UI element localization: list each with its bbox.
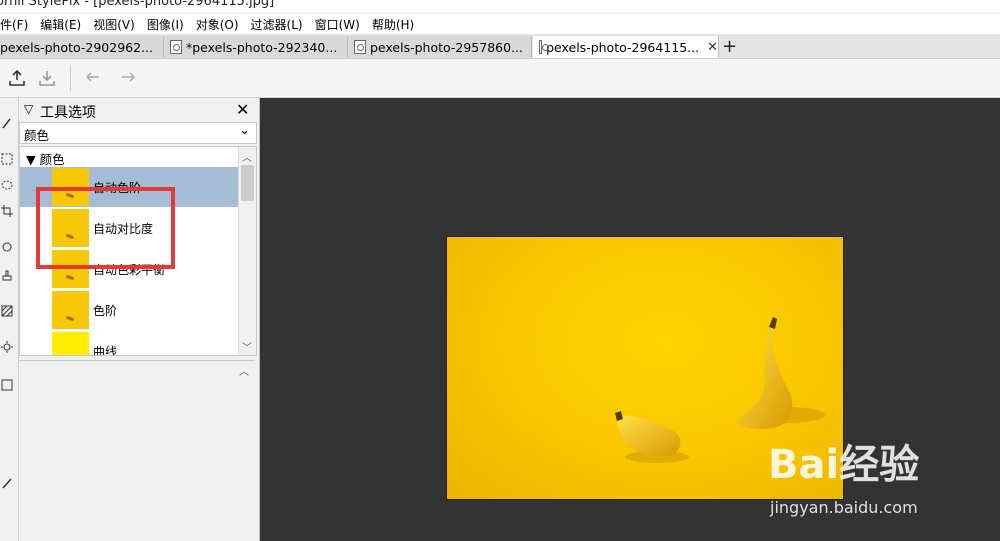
clone-tool-icon[interactable] bbox=[0, 238, 14, 256]
crop-tool-icon[interactable] bbox=[0, 202, 14, 220]
thumbnail-image bbox=[52, 332, 89, 355]
shape-tool-icon[interactable] bbox=[0, 376, 14, 394]
tab-document-1[interactable]: pexels-photo-2902962... bbox=[0, 36, 164, 58]
sun-adjust-tool-icon[interactable] bbox=[0, 338, 14, 356]
menu-window[interactable]: 窗口(W) bbox=[309, 16, 366, 33]
menu-help[interactable]: 帮助(H) bbox=[366, 16, 420, 33]
lasso-tool-icon[interactable] bbox=[0, 176, 14, 194]
menu-view[interactable]: 视图(V) bbox=[87, 16, 141, 33]
add-tab-icon[interactable]: + bbox=[722, 36, 737, 57]
group-header-color[interactable]: ▼ 颜色 bbox=[26, 149, 65, 168]
watermark-url: jingyan.baidu.com bbox=[770, 498, 918, 517]
tab-document-3[interactable]: pexels-photo-2957860... bbox=[348, 36, 532, 58]
redo-icon[interactable] bbox=[117, 67, 139, 89]
list-scrollbar[interactable]: ︿ ﹀ bbox=[238, 147, 256, 355]
title-bar: ornil StylePix - [pexels-photo-2964115.j… bbox=[0, 0, 1000, 12]
scrollbar-thumb[interactable] bbox=[241, 165, 254, 201]
close-icon[interactable]: ✕ bbox=[236, 100, 249, 119]
undo-icon[interactable] bbox=[82, 67, 104, 89]
panel-title: 工具选项 bbox=[40, 105, 96, 121]
rect-select-tool-icon[interactable] bbox=[0, 150, 14, 168]
list-item-curves[interactable]: 曲线 bbox=[20, 331, 238, 356]
menu-file[interactable]: 件(F) bbox=[0, 16, 34, 33]
document-icon bbox=[354, 40, 366, 54]
menu-object[interactable]: 对象(O) bbox=[190, 16, 245, 33]
toolbar bbox=[0, 59, 1000, 98]
watermark-brand: Bai经验 bbox=[768, 442, 920, 488]
tab-label: pexels-photo-2957860... bbox=[370, 39, 523, 55]
menu-bar: 件(F) 编辑(E) 视图(V) 图像(I) 对象(O) 过滤器(L) 窗口(W… bbox=[0, 14, 1000, 34]
stamp-tool-icon[interactable] bbox=[0, 266, 14, 284]
list-item-levels[interactable]: 色阶 bbox=[20, 290, 238, 330]
tab-label: pexels-photo-2902962... bbox=[0, 39, 153, 55]
tab-label: *pexels-photo-292340... bbox=[186, 39, 338, 55]
chevron-down-icon[interactable]: ▽ bbox=[24, 102, 33, 116]
export-icon[interactable] bbox=[6, 67, 28, 89]
highlight-annotation bbox=[36, 187, 175, 269]
chevron-down-icon: ⌄ bbox=[239, 123, 250, 138]
gradient-tool-icon[interactable] bbox=[0, 302, 14, 320]
toolbar-separator bbox=[70, 65, 71, 91]
tool-options-panel: ▽ 工具选项 ✕ 颜色 ⌄ ▼ 颜色 自动色阶 自动对比度 自动色彩平衡 色阶 … bbox=[19, 98, 260, 541]
chevron-up-icon[interactable]: ︿ bbox=[242, 149, 252, 164]
menu-edit[interactable]: 编辑(E) bbox=[34, 16, 87, 33]
tab-document-2[interactable]: *pexels-photo-292340... bbox=[164, 36, 348, 58]
import-icon[interactable] bbox=[36, 67, 58, 89]
brush-tool-icon[interactable] bbox=[0, 114, 14, 132]
close-icon[interactable]: ✕ bbox=[707, 40, 718, 55]
list-item-label: 色阶 bbox=[93, 304, 118, 318]
options-pane: ︿ bbox=[19, 360, 255, 541]
thumbnail-image bbox=[52, 291, 89, 329]
menu-filter[interactable]: 过滤器(L) bbox=[245, 16, 309, 33]
baidu-watermark: Bai经验 jingyan.baidu.com bbox=[768, 432, 998, 522]
tool-strip bbox=[0, 98, 19, 541]
document-tab-bar: pexels-photo-2902962... *pexels-photo-29… bbox=[0, 34, 1000, 59]
window-title: ornil StylePix - [pexels-photo-2964115.j… bbox=[0, 0, 275, 9]
tab-label: pexels-photo-2964115... bbox=[546, 39, 700, 55]
pen-tool-icon[interactable] bbox=[0, 474, 14, 492]
menu-image[interactable]: 图像(I) bbox=[141, 16, 190, 33]
tab-document-4-active[interactable]: pexels-photo-2964115... ✕ bbox=[533, 36, 719, 58]
chevron-up-icon[interactable]: ︿ bbox=[239, 363, 249, 378]
chevron-down-icon[interactable]: ﹀ bbox=[242, 339, 252, 354]
document-icon bbox=[539, 40, 550, 54]
category-dropdown[interactable]: 颜色 ⌄ bbox=[19, 122, 257, 144]
document-icon bbox=[170, 40, 182, 54]
panel-header: ▽ 工具选项 ✕ bbox=[19, 98, 259, 122]
category-selected-value: 颜色 bbox=[24, 128, 50, 143]
list-item-label: 曲线 bbox=[93, 345, 118, 356]
